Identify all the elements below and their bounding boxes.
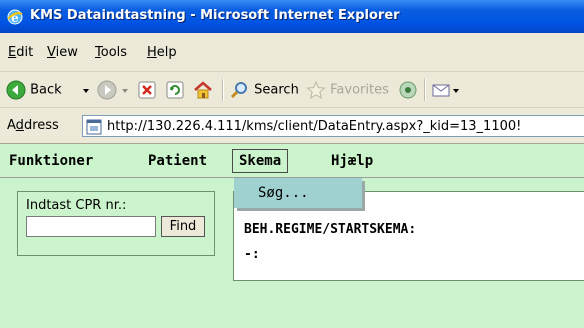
toolbar: Back Search Favorites <box>0 72 584 108</box>
search-button[interactable]: Search <box>230 80 299 100</box>
menu-tools[interactable]: Tools <box>95 45 127 60</box>
dropdown-item-sog[interactable]: Søg... <box>258 185 309 201</box>
app-menu-patient[interactable]: Patient <box>148 153 207 169</box>
favorites-star-icon <box>306 80 330 100</box>
forward-button[interactable] <box>97 80 117 100</box>
internet-explorer-icon: e <box>6 8 24 26</box>
back-dropdown-icon[interactable] <box>82 80 90 100</box>
search-icon <box>230 82 254 99</box>
back-button[interactable]: Back <box>6 80 62 100</box>
find-button[interactable]: Find <box>161 216 205 237</box>
title-bar: e KMS Dataindtastning - Microsoft Intern… <box>0 0 584 33</box>
app-menu-funktioner[interactable]: Funktioner <box>9 153 93 169</box>
page-icon <box>86 119 102 138</box>
toolbar-separator <box>222 79 224 101</box>
page-content: Funktioner Patient Skema Hjælp Indtast C… <box>0 144 584 328</box>
app-menu-hjaelp[interactable]: Hjælp <box>331 153 373 169</box>
stop-icon <box>137 81 157 99</box>
media-icon <box>398 81 418 99</box>
back-arrow-icon <box>6 80 30 100</box>
refresh-button[interactable] <box>165 80 185 100</box>
address-bar: Address http://130.226.4.111/kms/client/… <box>0 108 584 144</box>
window-title: KMS Dataindtastning - Microsoft Internet… <box>30 8 400 23</box>
menu-help[interactable]: Help <box>147 45 177 60</box>
stop-button[interactable] <box>137 80 157 100</box>
cpr-search-panel: Indtast CPR nr.: Find <box>17 191 215 256</box>
home-button[interactable] <box>192 80 214 100</box>
menu-edit[interactable]: Edit <box>8 45 33 60</box>
menu-view[interactable]: View <box>47 45 78 60</box>
menu-bar: Edit View Tools Help <box>0 33 584 72</box>
forward-arrow-icon <box>97 80 117 100</box>
app-menu-skema[interactable]: Skema <box>232 149 289 173</box>
mail-dropdown-icon[interactable] <box>452 80 460 100</box>
app-menu-bar: Funktioner Patient Skema Hjælp <box>0 144 584 178</box>
forward-dropdown-icon[interactable] <box>121 80 129 100</box>
toolbar-separator <box>424 79 426 101</box>
cpr-input[interactable] <box>26 216 156 237</box>
media-button[interactable] <box>398 80 418 100</box>
mail-button[interactable] <box>431 80 451 100</box>
address-label: Address <box>7 118 59 133</box>
address-input[interactable]: http://130.226.4.111/kms/client/DataEntr… <box>82 115 584 137</box>
refresh-icon <box>165 81 185 99</box>
favorites-button[interactable]: Favorites <box>306 80 389 100</box>
mail-icon <box>431 83 451 98</box>
cpr-label: Indtast CPR nr.: <box>26 198 127 213</box>
home-icon <box>192 81 214 99</box>
regime-label: BEH.REGIME/STARTSKEMA: <box>244 222 417 237</box>
address-url: http://130.226.4.111/kms/client/DataEntr… <box>107 119 522 134</box>
regime-value: -: <box>244 247 260 262</box>
skema-dropdown-menu: Søg... <box>234 178 362 208</box>
